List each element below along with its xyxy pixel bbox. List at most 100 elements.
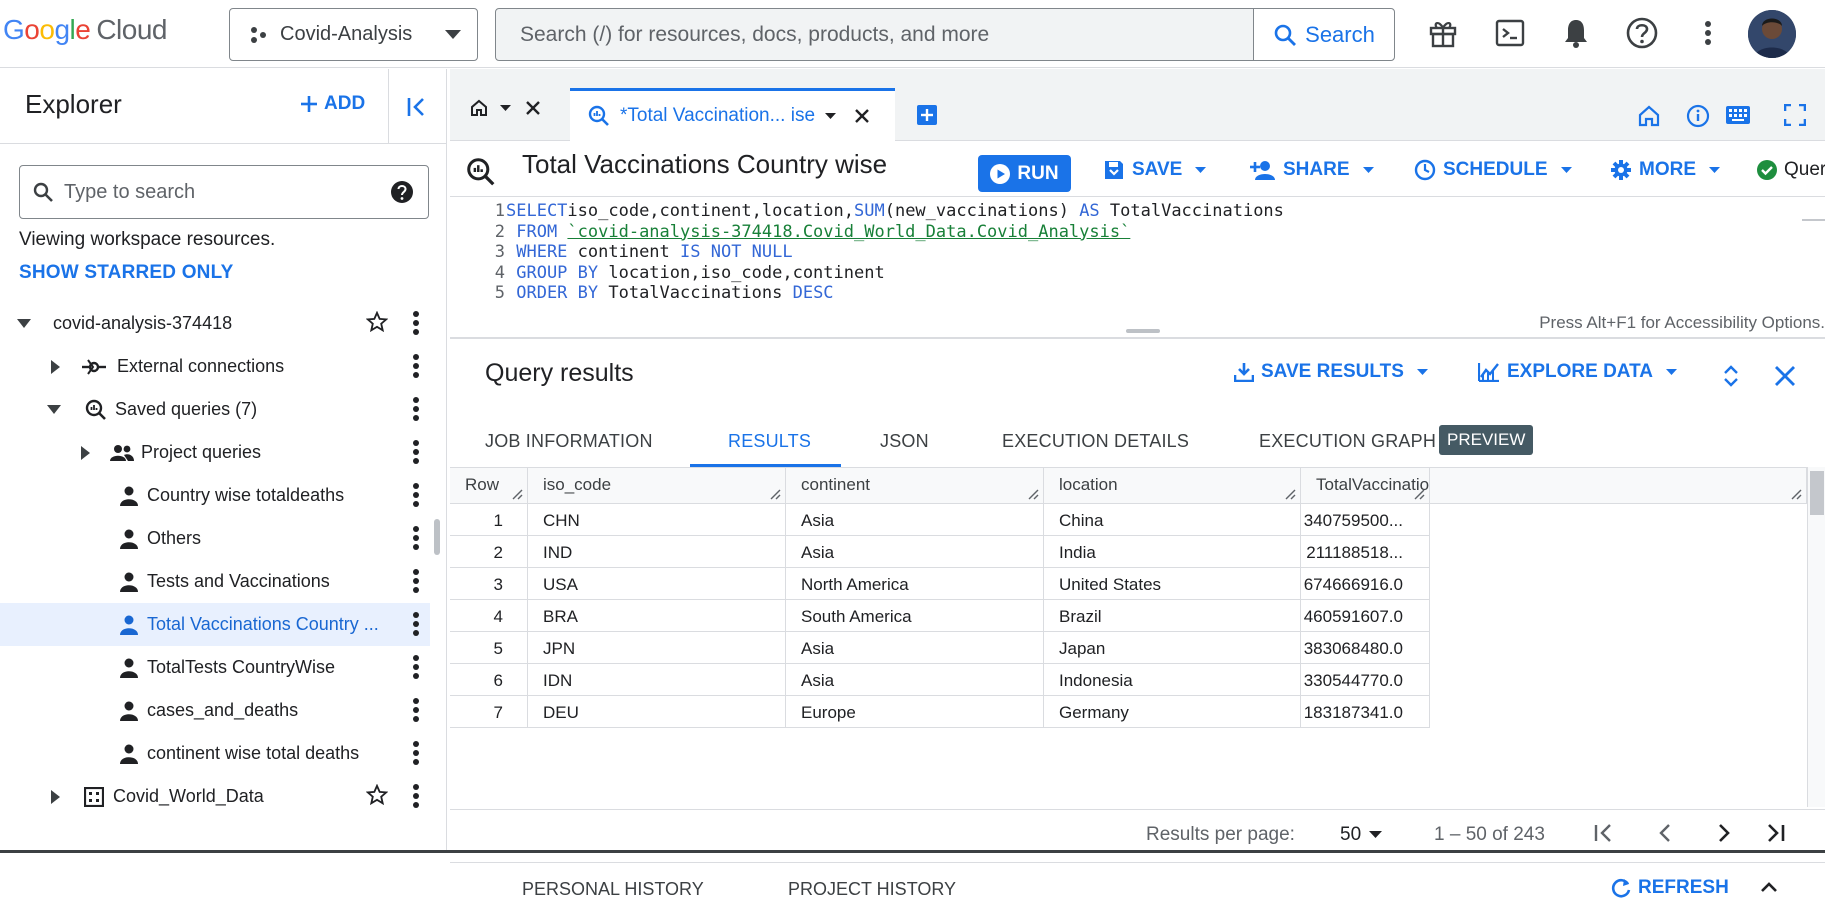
schedule-button[interactable]: SCHEDULE — [1414, 159, 1572, 181]
column-resize-icon[interactable] — [1285, 489, 1296, 500]
row-number[interactable]: 5 — [450, 632, 528, 664]
more-button[interactable]: MORE — [1610, 159, 1720, 181]
keyboard-icon[interactable] — [1726, 106, 1750, 124]
cell-continent[interactable]: Europe — [786, 696, 1044, 728]
project-selector[interactable]: Covid-Analysis — [229, 8, 478, 61]
column-header-iso-code[interactable]: iso_code — [528, 468, 786, 504]
more-vert-icon[interactable] — [412, 654, 420, 680]
cell-iso-code[interactable]: USA — [528, 568, 786, 600]
search-input[interactable]: Search (/) for resources, docs, products… — [496, 23, 1253, 47]
tree-project-row[interactable]: covid-analysis-374418 — [0, 302, 430, 345]
last-page-icon[interactable] — [1764, 822, 1786, 844]
save-query-button[interactable]: SAVE — [1103, 159, 1207, 181]
cell-total-vaccinations[interactable]: 340759500... — [1301, 504, 1430, 536]
cell-iso-code[interactable]: IND — [528, 536, 786, 568]
avatar[interactable] — [1748, 10, 1796, 58]
cell-total-vaccinations[interactable]: 674666916.0 — [1301, 568, 1430, 600]
save-results-button[interactable]: SAVE RESULTS — [1234, 361, 1428, 383]
personal-history-tab[interactable]: PERSONAL HISTORY — [522, 879, 704, 900]
first-page-icon[interactable] — [1593, 822, 1615, 844]
cell-location[interactable]: India — [1044, 536, 1301, 568]
more-vert-icon[interactable] — [412, 783, 420, 809]
cell-location[interactable]: Brazil — [1044, 600, 1301, 632]
tab-execution-details[interactable]: EXECUTION DETAILS — [1002, 431, 1189, 452]
project-history-tab[interactable]: PROJECT HISTORY — [788, 879, 956, 900]
expand-right-icon[interactable] — [51, 359, 61, 374]
column-header-total-vaccinations[interactable]: TotalVaccination — [1301, 468, 1439, 504]
cell-total-vaccinations[interactable]: 330544770.0 — [1301, 664, 1430, 696]
cell-total-vaccinations[interactable]: 183187341.0 — [1301, 696, 1430, 728]
cell-location[interactable]: Germany — [1044, 696, 1301, 728]
next-page-icon[interactable] — [1713, 822, 1735, 844]
run-button[interactable]: RUN — [978, 155, 1071, 192]
home-icon[interactable] — [1638, 105, 1660, 127]
new-tab-button[interactable] — [917, 105, 937, 125]
star-icon[interactable] — [366, 784, 388, 806]
row-number[interactable]: 7 — [450, 696, 528, 728]
tab-job-information[interactable]: JOB INFORMATION — [485, 431, 653, 452]
close-icon[interactable] — [525, 100, 541, 116]
cell-total-vaccinations[interactable]: 211188518... — [1301, 536, 1430, 568]
column-resize-icon[interactable] — [770, 489, 781, 500]
more-vert-icon[interactable] — [412, 396, 420, 422]
tree-saved-query-item[interactable]: Country wise totaldeaths — [0, 474, 430, 517]
google-cloud-logo[interactable]: Google Cloud — [3, 14, 167, 46]
expand-right-icon[interactable] — [51, 789, 61, 804]
close-results-icon[interactable] — [1774, 365, 1796, 387]
sql-editor[interactable]: 1 SELECTiso_code,continent,location,SUM(n… — [450, 199, 1825, 305]
refresh-button[interactable]: REFRESH — [1610, 877, 1729, 899]
column-resize-icon[interactable] — [1028, 489, 1039, 500]
column-header-empty[interactable] — [1430, 468, 1807, 504]
tree-saved-query-item[interactable]: Others — [0, 517, 430, 560]
per-page-select[interactable]: 50 — [1340, 824, 1383, 846]
bell-icon[interactable] — [1557, 14, 1595, 52]
column-header-continent[interactable]: continent — [786, 468, 1044, 504]
caret-down-icon[interactable] — [500, 104, 511, 112]
cell-iso-code[interactable]: BRA — [528, 600, 786, 632]
row-number[interactable]: 6 — [450, 664, 528, 696]
cell-total-vaccinations[interactable]: 383068480.0 — [1301, 632, 1430, 664]
row-number[interactable]: 4 — [450, 600, 528, 632]
cell-continent[interactable]: Asia — [786, 504, 1044, 536]
chevron-up-icon[interactable] — [1760, 881, 1778, 893]
column-resize-icon[interactable] — [1414, 489, 1425, 500]
add-button[interactable]: ADD — [300, 93, 365, 115]
query-tab-active[interactable]: *Total Vaccination... ise — [570, 88, 895, 141]
more-vert-icon[interactable] — [412, 611, 420, 637]
cell-location[interactable]: Japan — [1044, 632, 1301, 664]
cell-continent[interactable]: Asia — [786, 536, 1044, 568]
tree-saved-query-item[interactable]: cases_and_deaths — [0, 689, 430, 732]
help-icon[interactable] — [1623, 14, 1661, 52]
tree-saved-query-item[interactable]: Tests and Vaccinations — [0, 560, 430, 603]
cell-iso-code[interactable]: IDN — [528, 664, 786, 696]
more-vert-icon[interactable] — [412, 310, 420, 336]
row-number[interactable]: 2 — [450, 536, 528, 568]
tab-execution-graph[interactable]: EXECUTION GRAPH — [1259, 431, 1436, 452]
tab-json[interactable]: JSON — [880, 431, 929, 452]
share-button[interactable]: SHARE — [1250, 159, 1374, 181]
more-vert-icon[interactable] — [412, 482, 420, 508]
explore-data-button[interactable]: EXPLORE DATA — [1478, 361, 1678, 383]
column-header-location[interactable]: location — [1044, 468, 1301, 504]
tree-saved-query-item[interactable]: continent wise total deaths — [0, 732, 430, 775]
cell-continent[interactable]: South America — [786, 600, 1044, 632]
expand-down-icon[interactable] — [47, 404, 61, 415]
tree-external-connections[interactable]: External connections — [0, 345, 430, 388]
more-vert-icon[interactable] — [1689, 14, 1727, 52]
gift-icon[interactable] — [1424, 14, 1462, 52]
more-vert-icon[interactable] — [412, 439, 420, 465]
panel-resize-handle[interactable] — [434, 519, 440, 555]
expand-right-icon[interactable] — [81, 445, 91, 460]
more-vert-icon[interactable] — [412, 697, 420, 723]
cell-location[interactable]: United States — [1044, 568, 1301, 600]
tree-saved-queries[interactable]: Saved queries (7) — [0, 388, 430, 431]
expand-panel-icon[interactable] — [1723, 364, 1739, 388]
row-number[interactable]: 1 — [450, 504, 528, 536]
cell-continent[interactable]: North America — [786, 568, 1044, 600]
fullscreen-icon[interactable] — [1784, 104, 1806, 126]
tab-results[interactable]: RESULTS — [728, 431, 811, 452]
cell-total-vaccinations[interactable]: 460591607.0 — [1301, 600, 1430, 632]
info-icon[interactable] — [1686, 104, 1710, 128]
cell-continent[interactable]: Asia — [786, 664, 1044, 696]
row-number[interactable]: 3 — [450, 568, 528, 600]
